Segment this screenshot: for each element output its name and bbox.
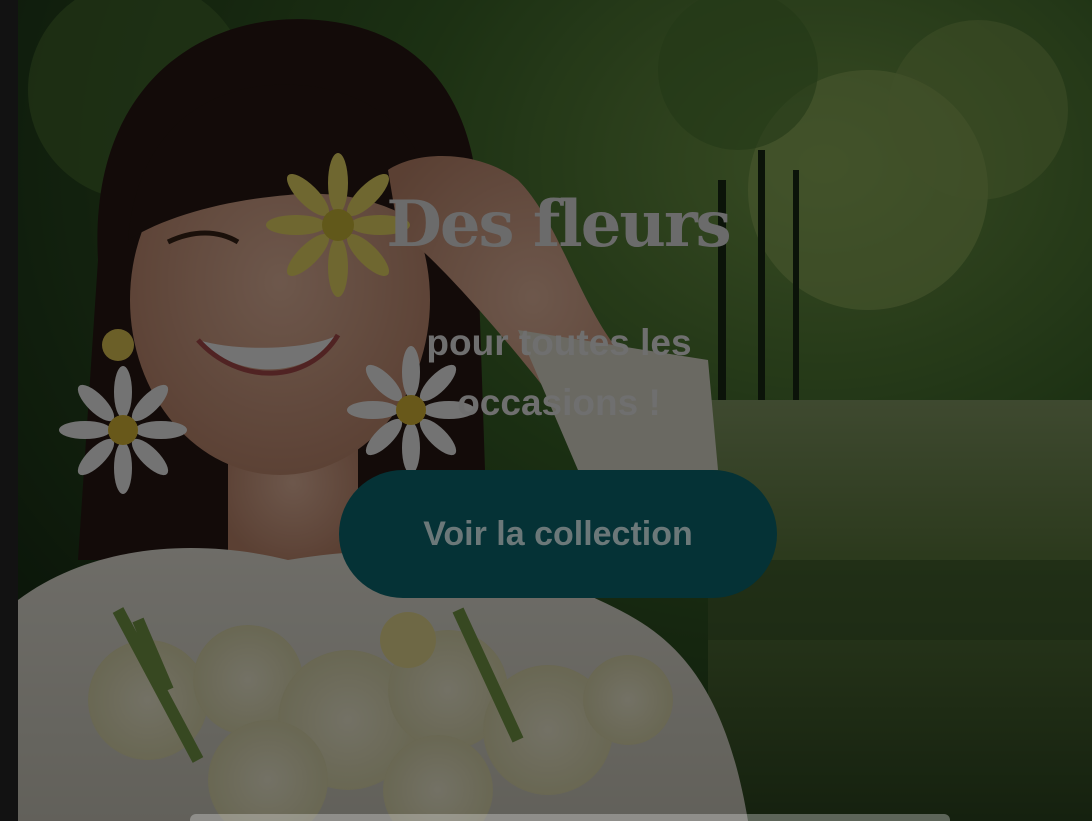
hero-subtitle-line2: occasions ! — [457, 382, 661, 423]
left-edge-strip — [0, 0, 18, 821]
hero-subtitle: pour toutes les occasions ! — [383, 313, 735, 433]
hero-banner: Des fleurs pour toutes les occasions ! V… — [18, 0, 1092, 821]
bottom-sheet-edge — [190, 814, 950, 821]
view-collection-button[interactable]: Voir la collection — [339, 470, 777, 598]
hero-content: Des fleurs pour toutes les occasions ! V… — [18, 0, 1092, 821]
hero-title: Des fleurs — [386, 187, 731, 262]
modal-backdrop: Des fleurs pour toutes les occasions ! V… — [0, 0, 1092, 821]
hero-subtitle-line1: pour toutes les — [426, 322, 692, 363]
